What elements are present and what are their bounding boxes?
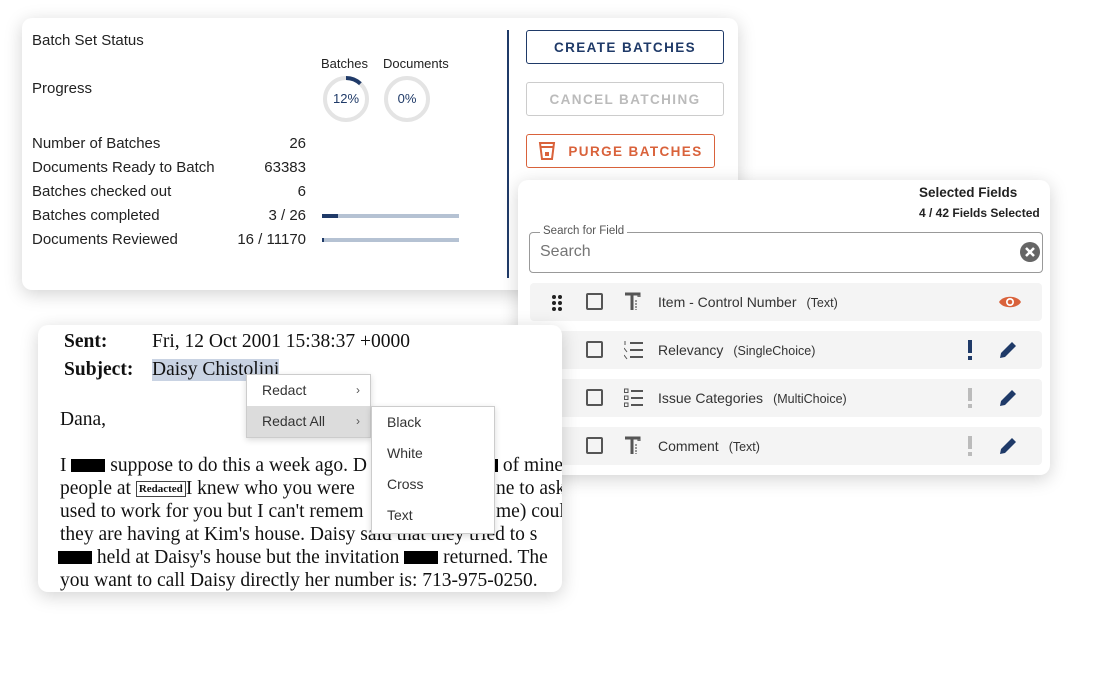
stat-label: Number of Batches [32, 135, 161, 152]
greeting: Dana, [60, 409, 107, 430]
redact-all-submenu: Black White Cross Text [371, 406, 495, 534]
documents-percent: 0% [397, 91, 417, 106]
create-batches-button[interactable]: CREATE BATCHES [526, 30, 724, 64]
field-name: Issue Categories (MultiChoice) [658, 390, 847, 406]
context-menu: Redact › Redact All › [246, 374, 371, 438]
documents-reviewed-bar [322, 238, 459, 242]
stat-value: 16 / 11170 [237, 231, 306, 248]
required-icon[interactable] [968, 436, 972, 456]
cancel-batching-button[interactable]: CANCEL BATCHING [526, 82, 724, 116]
body-line: you want to call Daisy directly her numb… [60, 570, 538, 591]
field-name: Relevancy (SingleChoice) [658, 342, 816, 358]
subject-label: Subject: [64, 359, 134, 380]
panel-title: Batch Set Status [32, 32, 144, 49]
search-input[interactable] [540, 243, 1000, 261]
stat-value: 26 [289, 135, 306, 152]
field-name: Comment (Text) [658, 438, 760, 454]
body-line: used to work for you but I can't remem [60, 501, 364, 522]
fields-title: Selected Fields [919, 185, 1018, 200]
redaction-black[interactable] [58, 551, 92, 564]
text-field-icon [625, 436, 641, 454]
submenu-item-white[interactable]: White [372, 438, 494, 469]
field-checkbox[interactable] [586, 341, 603, 358]
field-row[interactable]: Relevancy (SingleChoice) [530, 331, 1042, 369]
sent-label: Sent: [64, 331, 108, 352]
body-line-fragment: ne to ask [496, 478, 562, 499]
redaction-text[interactable]: Redacted [135, 481, 186, 497]
edit-icon[interactable] [998, 436, 1018, 456]
text-field-icon [625, 292, 641, 310]
field-row[interactable]: Comment (Text) [530, 427, 1042, 465]
progress-label: Progress [32, 80, 93, 97]
document-viewer: Sent: Fri, 12 Oct 2001 15:38:37 +0000 Su… [38, 325, 562, 592]
eye-icon[interactable] [998, 294, 1022, 310]
field-checkbox[interactable] [586, 437, 603, 454]
field-checkbox[interactable] [586, 293, 603, 310]
batches-progress-ring: 12% [322, 75, 370, 123]
field-name: Item - Control Number (Text) [658, 294, 838, 310]
purge-icon [539, 142, 556, 160]
search-field[interactable]: Search for Field [529, 225, 1043, 273]
body-line: I suppose to do this a week ago. D [60, 455, 367, 476]
purge-batches-button[interactable]: PURGE BATCHES [526, 134, 715, 168]
stat-value: 6 [297, 183, 306, 200]
sent-value: Fri, 12 Oct 2001 15:38:37 +0000 [152, 331, 410, 352]
submenu-item-cross[interactable]: Cross [372, 469, 494, 500]
chevron-right-icon: › [356, 414, 360, 428]
stat-label: Batches checked out [32, 183, 172, 200]
ring-label-batches: Batches [321, 56, 368, 71]
menu-item-redact[interactable]: Redact › [247, 375, 370, 406]
selected-fields-panel: Selected Fields 4 / 42 Fields Selected S… [518, 180, 1050, 475]
required-icon[interactable] [968, 388, 972, 408]
body-line: people at Redacted I knew who you were [60, 478, 355, 499]
redaction-black[interactable] [71, 459, 106, 472]
stat-label: Batches completed [32, 207, 160, 224]
batches-completed-bar [322, 214, 459, 218]
clear-icon[interactable] [1020, 242, 1040, 262]
field-row[interactable]: Item - Control Number (Text) [530, 283, 1042, 321]
divider [507, 30, 509, 278]
batches-percent: 12% [332, 91, 360, 106]
field-checkbox[interactable] [586, 389, 603, 406]
stat-label: Documents Reviewed [32, 231, 178, 248]
fields-count: 4 / 42 Fields Selected [919, 206, 1040, 220]
redaction-black[interactable] [404, 551, 439, 564]
field-row[interactable]: Issue Categories (MultiChoice) [530, 379, 1042, 417]
submenu-item-black[interactable]: Black [372, 407, 494, 438]
edit-icon[interactable] [998, 388, 1018, 408]
ring-label-documents: Documents [383, 56, 449, 71]
stat-value: 63383 [264, 159, 306, 176]
required-icon[interactable] [968, 340, 972, 360]
body-line: held at Daisy's house but the invitation… [58, 547, 548, 569]
purge-label: PURGE BATCHES [568, 143, 703, 159]
chevron-right-icon: › [356, 383, 360, 397]
submenu-item-text[interactable]: Text [372, 500, 494, 531]
search-label: Search for Field [540, 225, 628, 237]
checklist-icon [624, 388, 643, 407]
edit-icon[interactable] [998, 340, 1018, 360]
stat-value: 3 / 26 [268, 207, 306, 224]
numbered-list-icon [624, 341, 643, 360]
body-line-fragment: me) coul [496, 501, 562, 522]
documents-progress-ring: 0% [383, 75, 431, 123]
menu-item-redact-all[interactable]: Redact All › [247, 406, 370, 437]
drag-handle-icon[interactable] [552, 295, 562, 311]
body-line-fragment: of mine [486, 455, 562, 477]
